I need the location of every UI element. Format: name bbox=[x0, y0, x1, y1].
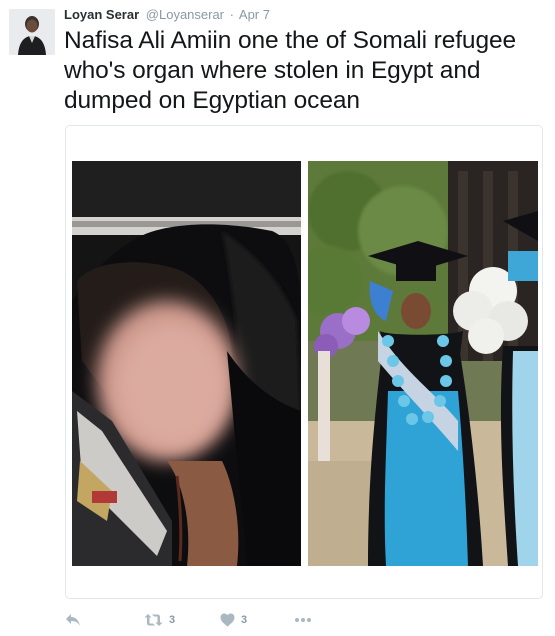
photo-graduation-gown[interactable] bbox=[308, 161, 538, 566]
more-icon bbox=[294, 617, 312, 623]
separator: · bbox=[229, 7, 234, 22]
photo-right-image bbox=[308, 161, 538, 566]
display-name[interactable]: Loyan Serar bbox=[64, 7, 139, 22]
more-button[interactable] bbox=[294, 610, 312, 630]
reply-button[interactable] bbox=[65, 610, 81, 630]
photo-body-blurred-face[interactable] bbox=[72, 161, 301, 566]
tweet-actions: 3 3 bbox=[65, 610, 365, 630]
photo-left-image bbox=[72, 161, 301, 566]
username[interactable]: @Loyanserar bbox=[146, 7, 224, 22]
media-card[interactable] bbox=[65, 125, 543, 599]
avatar[interactable] bbox=[9, 9, 55, 55]
retweet-icon bbox=[144, 613, 163, 627]
tweet-text: Nafisa Ali Amiin one the of Somali refug… bbox=[64, 27, 517, 114]
like-button[interactable]: 3 bbox=[220, 610, 247, 630]
reply-icon bbox=[65, 613, 81, 627]
timestamp[interactable]: Apr 7 bbox=[239, 7, 270, 22]
heart-icon bbox=[220, 613, 235, 627]
retweet-button[interactable]: 3 bbox=[144, 610, 175, 630]
avatar-image bbox=[9, 9, 55, 55]
tweet: Loyan Serar @Loyanserar · Apr 7 Nafisa A… bbox=[0, 0, 555, 636]
retweet-count: 3 bbox=[169, 614, 176, 626]
tweet-header: Loyan Serar @Loyanserar · Apr 7 bbox=[64, 7, 270, 23]
like-count: 3 bbox=[241, 614, 248, 626]
